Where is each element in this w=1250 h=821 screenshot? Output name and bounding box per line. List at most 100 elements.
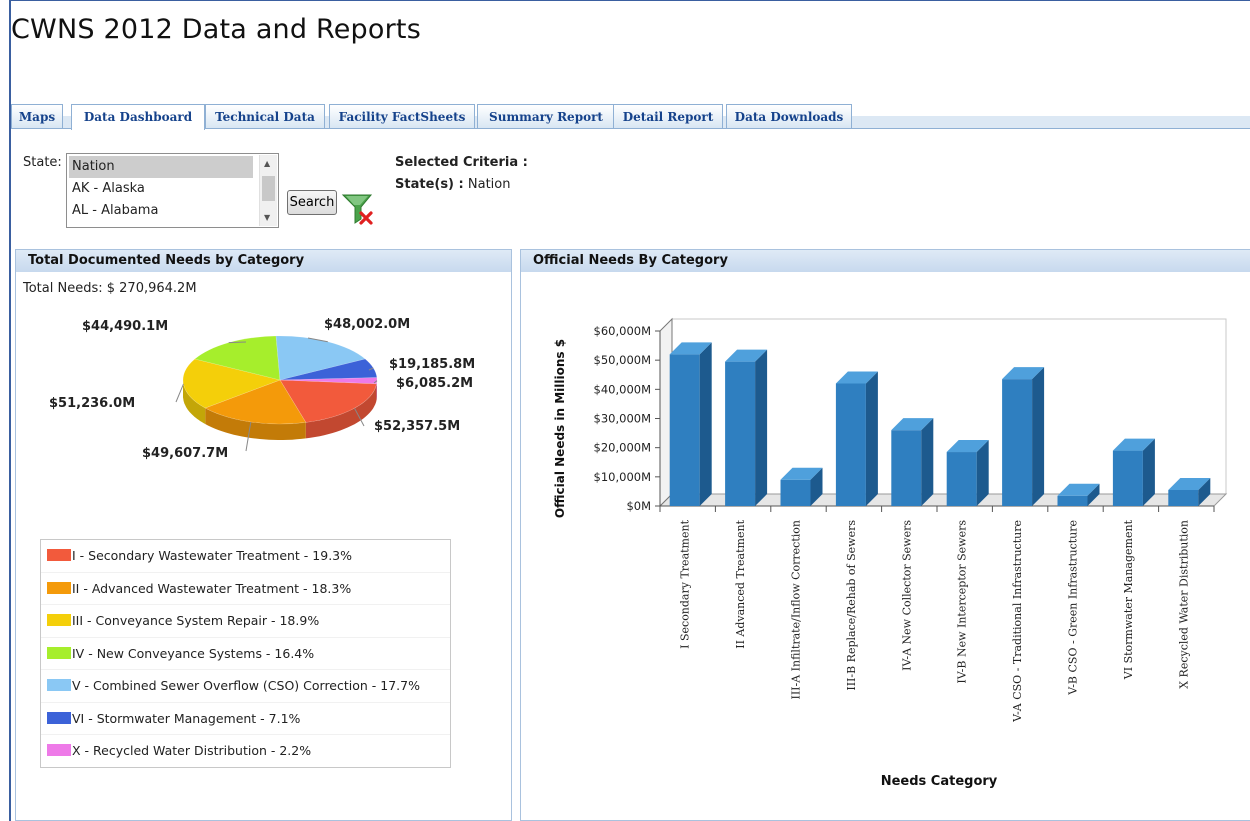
tab-technical-data[interactable]: Technical Data [205, 104, 325, 128]
bar-5[interactable] [946, 440, 989, 506]
needs-pie-chart: $52,357.5M $49,607.7M $51,236.0M $44,490.1M… [49, 317, 475, 461]
scroll-up-icon[interactable]: ▲ [264, 159, 270, 168]
bar-front[interactable] [1057, 495, 1088, 506]
pie-value-label-3: $44,490.1M [82, 319, 168, 334]
bar-side[interactable] [755, 349, 768, 506]
bar-3[interactable] [835, 371, 878, 507]
pie-value-label-1: $49,607.7M [142, 446, 228, 461]
bar-front[interactable] [669, 354, 700, 506]
bar-front[interactable] [1168, 489, 1199, 506]
search-button[interactable]: Search [287, 190, 337, 215]
needs-bar-chart: $0M $10,000M $20,000M $30,000M $40,000M $50,0… [553, 317, 1228, 789]
y-tick-label: $40,000M [594, 382, 651, 396]
tab-detail-report[interactable]: Detail Report [613, 104, 723, 128]
selected-criteria-state: State(s) : Nation [395, 177, 510, 192]
pie-value-label-5: $19,185.8M [389, 357, 475, 372]
pie-value-label-6: $6,085.2M [396, 376, 473, 391]
state-listbox[interactable]: Nation AK - Alaska AL - Alabama ▲ ▼ [66, 153, 279, 228]
criteria-state-key: State(s) : [395, 177, 464, 192]
tab-bar: Maps Data Dashboard Technical Data Facil… [11, 103, 1250, 130]
legend-item[interactable]: II - Advanced Wastewater Treatment - 18.… [41, 573, 450, 605]
legend-swatch [47, 679, 71, 691]
y-tick-label: $30,000M [594, 412, 651, 426]
tab-maps[interactable]: Maps [11, 104, 63, 128]
legend-swatch [47, 711, 71, 724]
x-tick-label: III-A Infiltrate/Inflow Correction [790, 520, 803, 700]
state-label: State: [23, 155, 62, 170]
total-needs-panel-title: Total Documented Needs by Category [16, 250, 511, 272]
scroll-thumb[interactable] [262, 176, 275, 201]
bar-side[interactable] [921, 418, 934, 506]
legend-swatch [47, 614, 71, 626]
x-tick-label: IV-A New Collector Sewers [900, 520, 913, 671]
bar-side[interactable] [1032, 367, 1045, 506]
bar-front[interactable] [946, 452, 977, 506]
x-tick-label: V-A CSO - Traditional Infrastructure [1011, 520, 1024, 723]
legend-label: II - Advanced Wastewater Treatment - 18.… [72, 580, 352, 596]
bar-side[interactable] [699, 342, 712, 506]
legend-item[interactable]: X - Recycled Water Distribution - 2.2% [41, 735, 450, 768]
legend-item[interactable]: III - Conveyance System Repair - 18.9% [41, 605, 450, 638]
scroll-down-icon[interactable]: ▼ [264, 213, 270, 222]
bar-front[interactable] [891, 430, 922, 506]
state-option-alabama[interactable]: AL - Alabama [67, 200, 256, 222]
legend-swatch [47, 744, 71, 756]
legend-label: X - Recycled Water Distribution - 2.2% [72, 743, 312, 758]
legend-swatch [47, 581, 71, 594]
legend-item[interactable]: I - Secondary Wastewater Treatment - 19.… [41, 540, 450, 573]
official-needs-panel: Official Needs By Category $0M $10,000M $2… [520, 249, 1250, 821]
bar-1[interactable] [725, 349, 768, 506]
tab-summary-report[interactable]: Summary Report [477, 104, 615, 128]
tab-data-downloads[interactable]: Data Downloads [726, 104, 852, 128]
page-title: CWNS 2012 Data and Reports [11, 14, 421, 45]
bar-0[interactable] [669, 342, 712, 506]
x-axis-title: Needs Category [881, 774, 998, 789]
funnel-clear-icon[interactable] [341, 192, 376, 226]
bar-2[interactable] [780, 467, 823, 506]
legend-label: III - Conveyance System Repair - 18.9% [72, 613, 320, 628]
legend-item[interactable]: IV - New Conveyance Systems - 16.4% [41, 638, 450, 670]
official-needs-panel-title: Official Needs By Category [521, 250, 1250, 272]
bar-front[interactable] [835, 383, 866, 507]
x-tick-label: I Secondary Treatment [679, 519, 692, 648]
legend-swatch [47, 646, 71, 659]
legend-label: IV - New Conveyance Systems - 16.4% [72, 645, 315, 661]
x-tick-label: V-B CSO - Green Infrastructure [1067, 520, 1080, 696]
bar-side[interactable] [865, 371, 878, 507]
state-option-nation[interactable]: Nation [69, 156, 253, 178]
total-needs-label: Total Needs: $ 270,964.2M [23, 281, 197, 296]
legend-label: VI - Stormwater Management - 7.1% [72, 710, 301, 726]
x-tick-label: IV-B New Interceptor Sewers [956, 520, 969, 684]
x-tick-label: X Recycled Water Distribution [1177, 520, 1190, 689]
pie-legend: I - Secondary Wastewater Treatment - 19.… [40, 539, 451, 768]
bar-front[interactable] [1112, 450, 1143, 506]
pie-value-label-0: $52,357.5M [374, 419, 460, 434]
tab-facility-factsheets[interactable]: Facility FactSheets [329, 104, 475, 128]
y-tick-label: $10,000M [594, 470, 651, 484]
y-tick-label: $20,000M [594, 441, 651, 455]
tab-data-dashboard[interactable]: Data Dashboard [71, 104, 205, 130]
selected-criteria-title: Selected Criteria : [395, 155, 528, 170]
y-tick-label: $0M [626, 499, 651, 513]
bar-front[interactable] [1002, 379, 1033, 506]
legend-label: I - Secondary Wastewater Treatment - 19.… [72, 548, 352, 563]
x-tick-label: III-B Replace/Rehab of Sewers [845, 520, 858, 691]
bar-front[interactable] [780, 479, 811, 506]
y-tick-label: $50,000M [594, 353, 651, 367]
x-tick-label: VI Stormwater Management [1122, 519, 1135, 680]
state-option-alaska[interactable]: AK - Alaska [67, 178, 256, 200]
pie-value-label-2: $51,236.0M [49, 396, 135, 411]
bar-4[interactable] [891, 418, 934, 506]
legend-label: V - Combined Sewer Overflow (CSO) Correc… [72, 678, 420, 693]
bar-front[interactable] [725, 361, 756, 506]
y-axis-title: Official Needs in Millions $ [553, 339, 567, 518]
bar-8[interactable] [1112, 438, 1155, 506]
criteria-state-value: Nation [467, 177, 511, 192]
listbox-scrollbar[interactable]: ▲ ▼ [259, 155, 277, 226]
legend-item[interactable]: V - Combined Sewer Overflow (CSO) Correc… [41, 670, 450, 703]
bar-6[interactable] [1002, 367, 1045, 506]
window-frame-top [9, 0, 1250, 1]
pie-label-connector-3 [228, 341, 247, 344]
legend-item[interactable]: VI - Stormwater Management - 7.1% [41, 703, 450, 735]
y-tick-label: $60,000M [594, 324, 651, 338]
